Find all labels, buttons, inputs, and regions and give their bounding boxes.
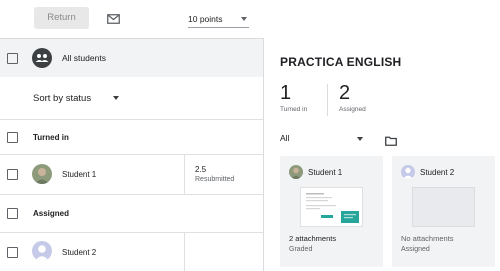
stat-label: Turned in [280, 106, 308, 113]
student-name: Student 2 [62, 248, 97, 257]
stat-label: Assigned [339, 106, 366, 113]
section-assigned: Assigned [0, 195, 263, 233]
section-turned-in: Turned in [0, 119, 263, 155]
grade-cell[interactable] [184, 233, 263, 271]
points-value: 10 points [188, 14, 223, 24]
student-card[interactable]: Student 1 2 attachments Graded [280, 156, 383, 267]
card-status: Graded [289, 246, 313, 253]
empty-thumbnail [412, 187, 475, 227]
return-button[interactable]: Return [34, 7, 89, 29]
toolbar: Return 10 points [0, 0, 500, 38]
assignment-panel: PRACTICA ENGLISH 1 Turned in 2 Assigned … [264, 38, 500, 271]
grade-status: Resubmitted [195, 176, 235, 183]
card-status: Assigned [401, 246, 430, 253]
student-card[interactable]: Student 2 No attachments Assigned [392, 156, 495, 267]
section-checkbox[interactable] [7, 132, 18, 143]
student-name: Student 1 [62, 170, 97, 179]
points-dropdown[interactable]: 10 points [188, 11, 249, 28]
card-student-name: Student 2 [420, 168, 455, 177]
chevron-down-icon [113, 96, 119, 100]
assignment-title: PRACTICA ENGLISH [280, 55, 402, 69]
filter-dropdown[interactable]: All [280, 133, 365, 147]
chevron-down-icon [241, 17, 247, 21]
filter-value: All [280, 133, 290, 143]
person-icon [32, 241, 52, 261]
grade-value: 2.5 [195, 165, 207, 174]
student-roster: All students Sort by status Turned in St… [0, 38, 264, 271]
sort-label: Sort by status [33, 93, 92, 104]
turned-in-stat: 1 Turned in [280, 82, 307, 113]
card-attachments: 2 attachments [289, 234, 337, 243]
section-label: Turned in [33, 133, 69, 142]
student-checkbox[interactable] [7, 247, 18, 258]
avatar [32, 164, 52, 184]
select-all-checkbox[interactable] [7, 53, 18, 64]
student-row[interactable]: Student 2 [0, 233, 263, 271]
chevron-down-icon [357, 137, 363, 141]
group-icon [32, 48, 52, 68]
student-row[interactable]: Student 1 2.5 Resubmitted [0, 155, 263, 195]
card-student-name: Student 1 [308, 168, 343, 177]
folder-icon[interactable] [385, 133, 397, 151]
section-label: Assigned [33, 209, 70, 218]
attachment-thumbnail[interactable] [300, 187, 363, 227]
card-attachments: No attachments [401, 234, 454, 243]
sort-dropdown[interactable]: Sort by status [0, 77, 263, 119]
all-students-row[interactable]: All students [0, 39, 263, 77]
avatar [289, 165, 303, 179]
stat-count: 2 [339, 82, 351, 104]
stat-divider [327, 84, 328, 116]
assigned-stat: 2 Assigned [339, 82, 366, 113]
grade-cell[interactable]: 2.5 Resubmitted [184, 155, 263, 195]
stat-count: 1 [280, 82, 292, 104]
section-checkbox[interactable] [7, 208, 18, 219]
student-checkbox[interactable] [7, 169, 18, 180]
mail-icon[interactable] [107, 11, 120, 29]
person-icon [401, 165, 415, 179]
all-students-label: All students [62, 53, 106, 63]
